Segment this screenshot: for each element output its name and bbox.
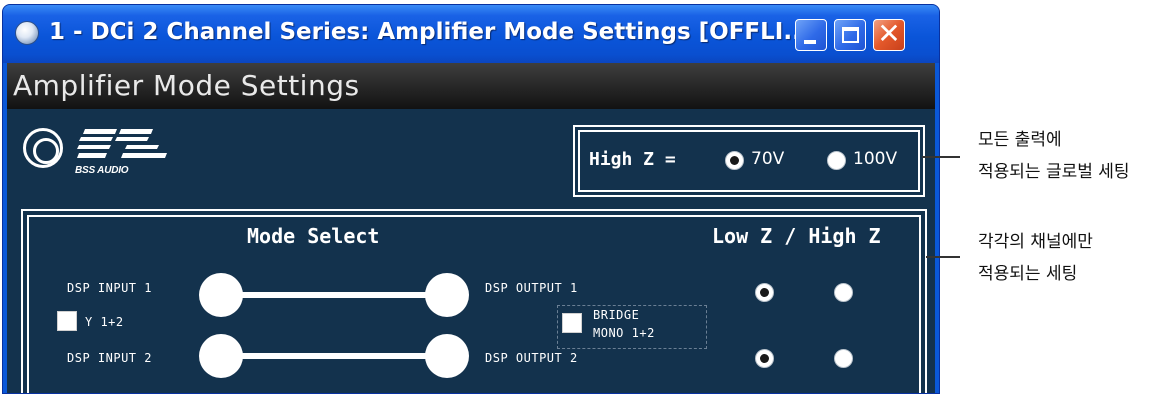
close-button[interactable]: ✕: [873, 17, 905, 51]
close-icon: ✕: [877, 17, 901, 50]
channel-annotation-line2: 적용되는 세팅: [978, 264, 1078, 284]
title-bar[interactable]: 1 - DCi 2 Channel Series: Amplifier Mode…: [3, 5, 939, 63]
radio-100v-label: 100V: [853, 149, 898, 169]
channel-1-low-z-radio[interactable]: [755, 283, 774, 302]
amplifier-mode-window: 1 - DCi 2 Channel Series: Amplifier Mode…: [2, 4, 940, 394]
low-high-z-title: Low Z / High Z: [712, 224, 881, 248]
global-annotation-line1: 모든 출력에: [978, 130, 1062, 150]
dsp-input-2-node[interactable]: [199, 334, 243, 378]
logo-text: BSS AUDIO: [75, 165, 129, 176]
maximize-button[interactable]: [834, 19, 866, 51]
high-z-label: High Z =: [589, 149, 676, 170]
radio-70v[interactable]: [725, 151, 744, 170]
global-annotation-leader: [922, 156, 960, 158]
dsp-output-2-label: DSP OUTPUT 2: [485, 351, 578, 365]
channel-2-high-z-radio[interactable]: [834, 349, 853, 368]
mode-select-title: Mode Select: [247, 224, 380, 248]
app-icon: [15, 21, 39, 45]
minimize-button[interactable]: [795, 19, 827, 51]
dsp-output-1-label: DSP OUTPUT 1: [485, 281, 578, 295]
channel-2-path: [219, 353, 447, 359]
panel-header-title: Amplifier Mode Settings: [13, 69, 360, 102]
panel-content: BSS AUDIO High Z = 70V 100V Mode Select …: [7, 109, 935, 393]
panel-header: Amplifier Mode Settings: [7, 63, 935, 109]
dsp-input-1-node[interactable]: [199, 273, 243, 317]
bridge-label: BRIDGE: [593, 308, 640, 322]
dsp-output-1-node[interactable]: [425, 273, 469, 317]
channel-2-low-z-radio[interactable]: [755, 349, 774, 368]
channel-annotation-leader: [926, 256, 960, 258]
window-title: 1 - DCi 2 Channel Series: Amplifier Mode…: [49, 19, 810, 45]
radio-70v-label: 70V: [751, 149, 785, 169]
crown-logo-icon: [23, 128, 63, 168]
dsp-output-2-node[interactable]: [425, 334, 469, 378]
minimize-icon: [804, 40, 816, 44]
dsp-input-1-label: DSP INPUT 1: [67, 281, 152, 295]
channel-annotation-line1: 각각의 채널에만: [978, 232, 1093, 252]
bss-logo-icon: [77, 129, 167, 158]
y-1-2-label: Y 1+2: [85, 315, 124, 329]
bridge-mono-checkbox[interactable]: [562, 313, 582, 333]
maximize-icon: [842, 27, 859, 43]
radio-100v[interactable]: [827, 151, 846, 170]
channel-1-path: [219, 292, 447, 298]
global-annotation-line2: 적용되는 글로벌 세팅: [978, 162, 1130, 182]
high-z-global-group: High Z = 70V 100V: [573, 125, 925, 197]
mono-1-2-label: MONO 1+2: [593, 326, 655, 340]
y-1-2-checkbox[interactable]: [57, 311, 77, 331]
channel-1-high-z-radio[interactable]: [834, 283, 853, 302]
dsp-input-2-label: DSP INPUT 2: [67, 351, 152, 365]
